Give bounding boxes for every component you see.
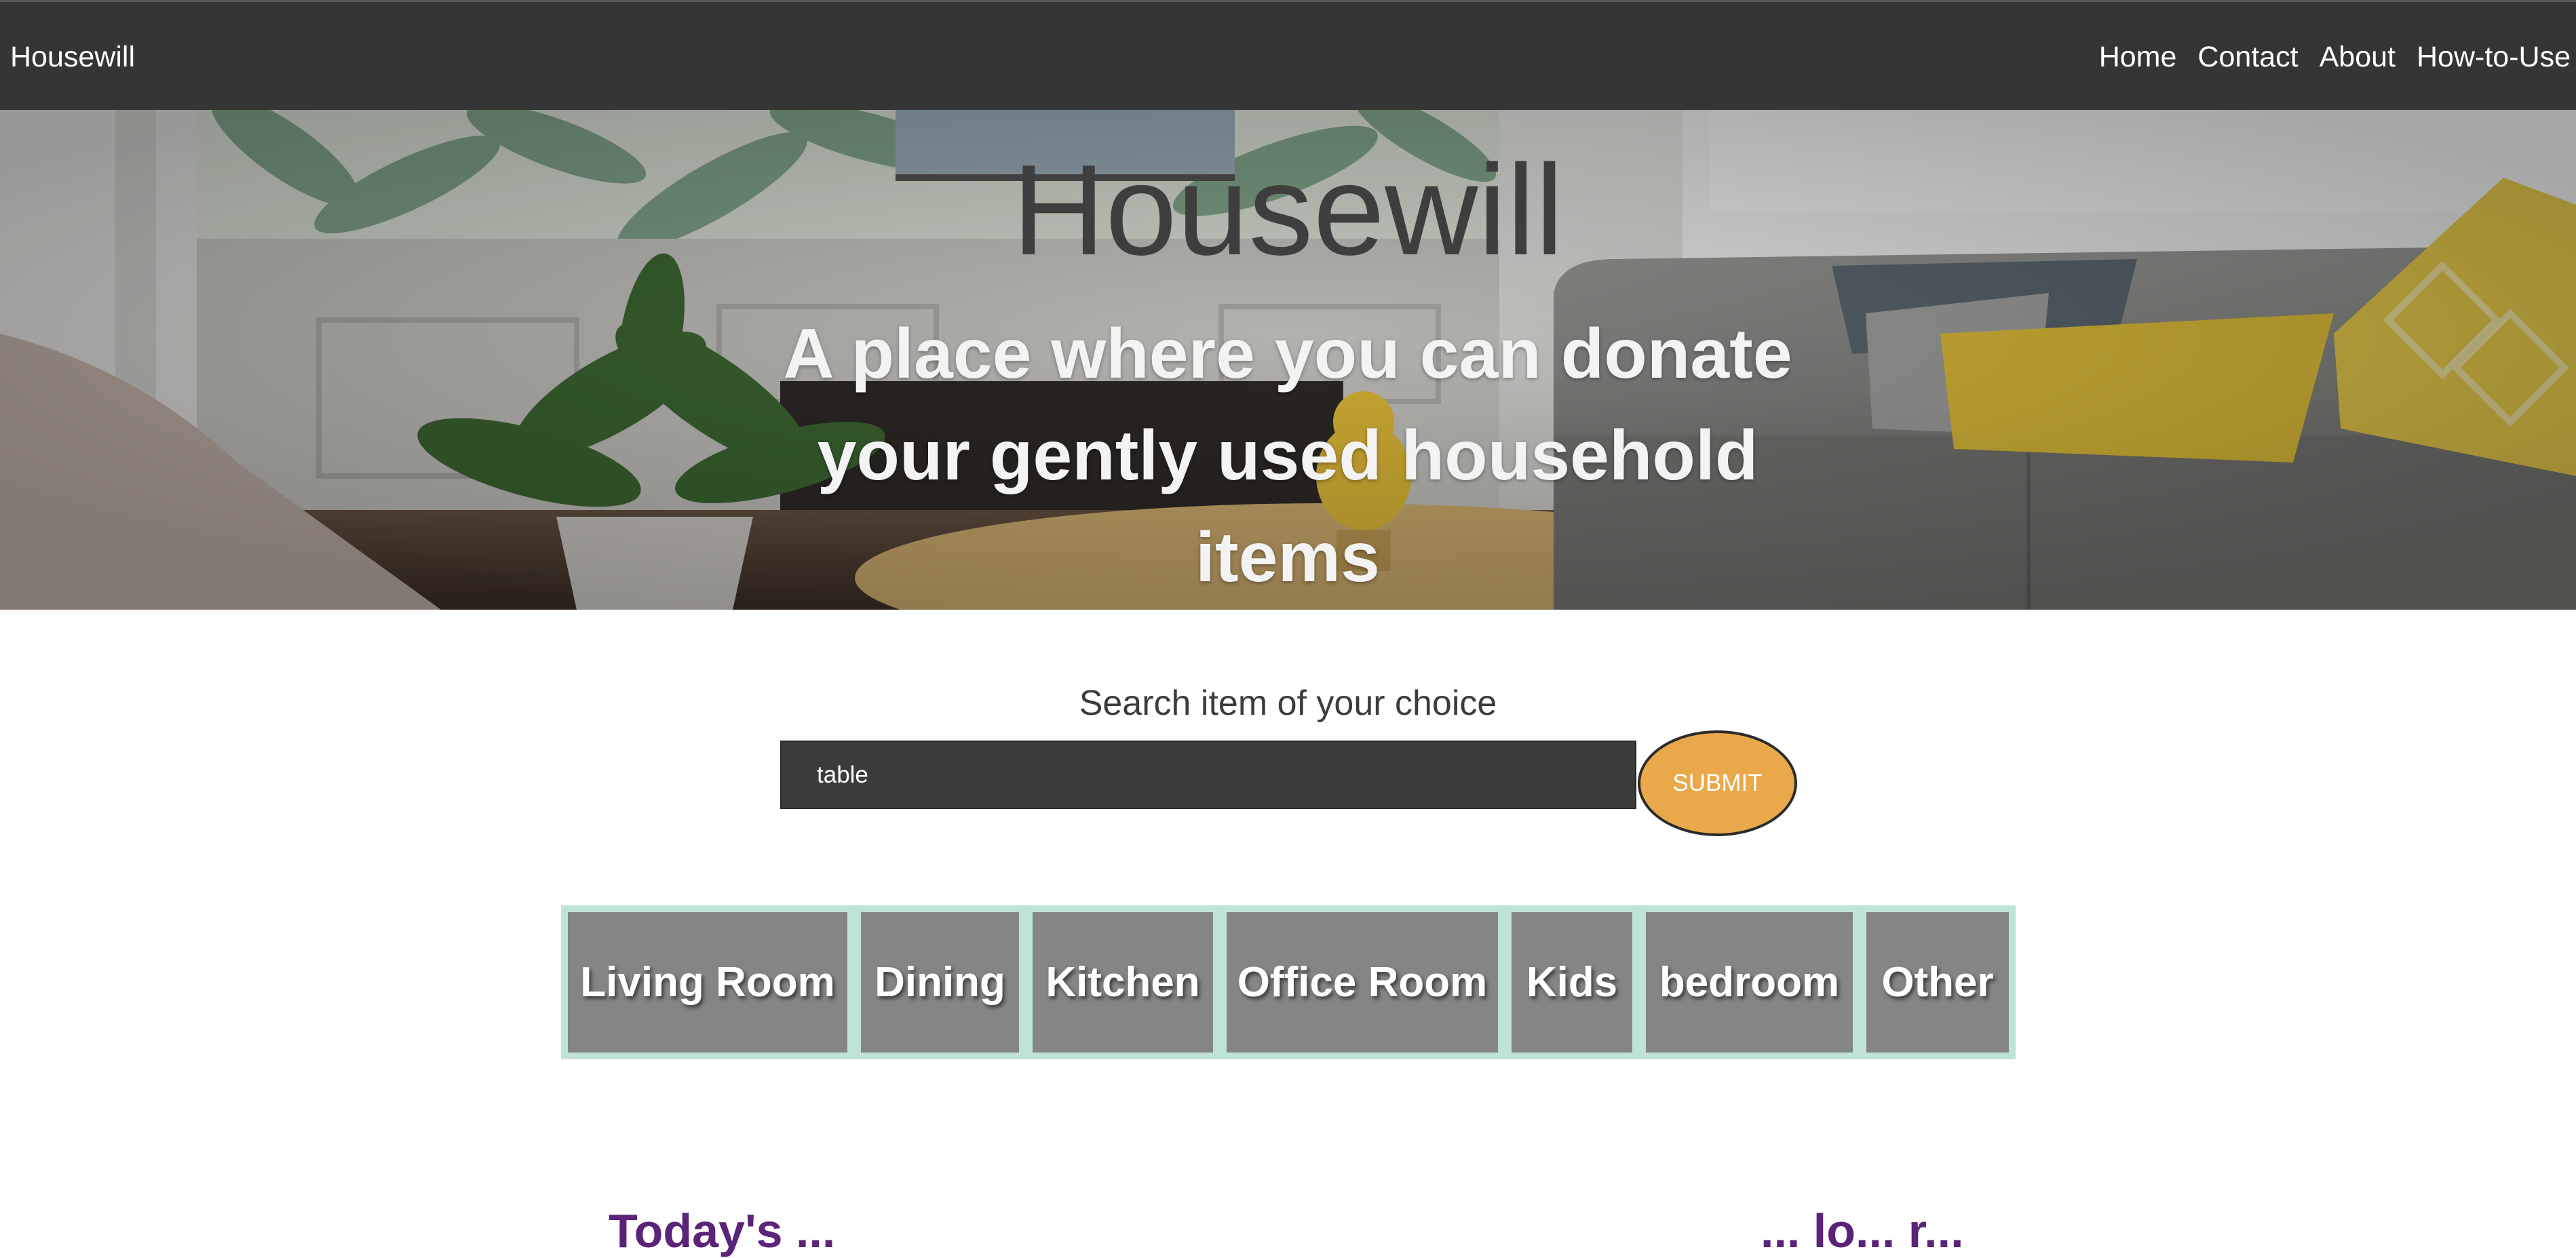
submit-button[interactable]: SUBMIT [1638,730,1797,836]
category-kids[interactable]: Kids [1512,912,1632,1053]
category-bar: Living Room Dining Kitchen Office Room K… [561,905,2016,1059]
search-input[interactable] [780,741,1636,809]
nav-link-contact[interactable]: Contact [2197,41,2298,74]
category-kitchen[interactable]: Kitchen [1033,912,1213,1053]
hero-subtitle: A place where you can donate your gently… [783,315,1792,597]
category-other[interactable]: Other [1866,912,2009,1053]
category-dining[interactable]: Dining [861,912,1019,1053]
category-office-room[interactable]: Office Room [1227,912,1498,1053]
hero-title: Housewill [1012,138,1564,282]
top-navbar: Housewill Home Contact About How-to-Use [0,0,2576,110]
category-bedroom[interactable]: bedroom [1646,912,1853,1053]
brand-link[interactable]: Housewill [10,2,135,112]
category-living-room[interactable]: Living Room [568,912,847,1053]
nav-link-home[interactable]: Home [2099,41,2177,74]
section-heading-right: ... lo... r... [1761,1204,1964,1257]
hero-banner: Housewill A place where you can donate y… [0,110,2576,610]
nav-link-about[interactable]: About [2320,41,2396,74]
search-label: Search item of your choice [1079,684,1497,723]
section-heading-left: Today's ... [609,1204,836,1257]
nav-links: Home Contact About How-to-Use [2078,2,2571,112]
nav-link-how-to-use[interactable]: How-to-Use [2417,41,2571,74]
